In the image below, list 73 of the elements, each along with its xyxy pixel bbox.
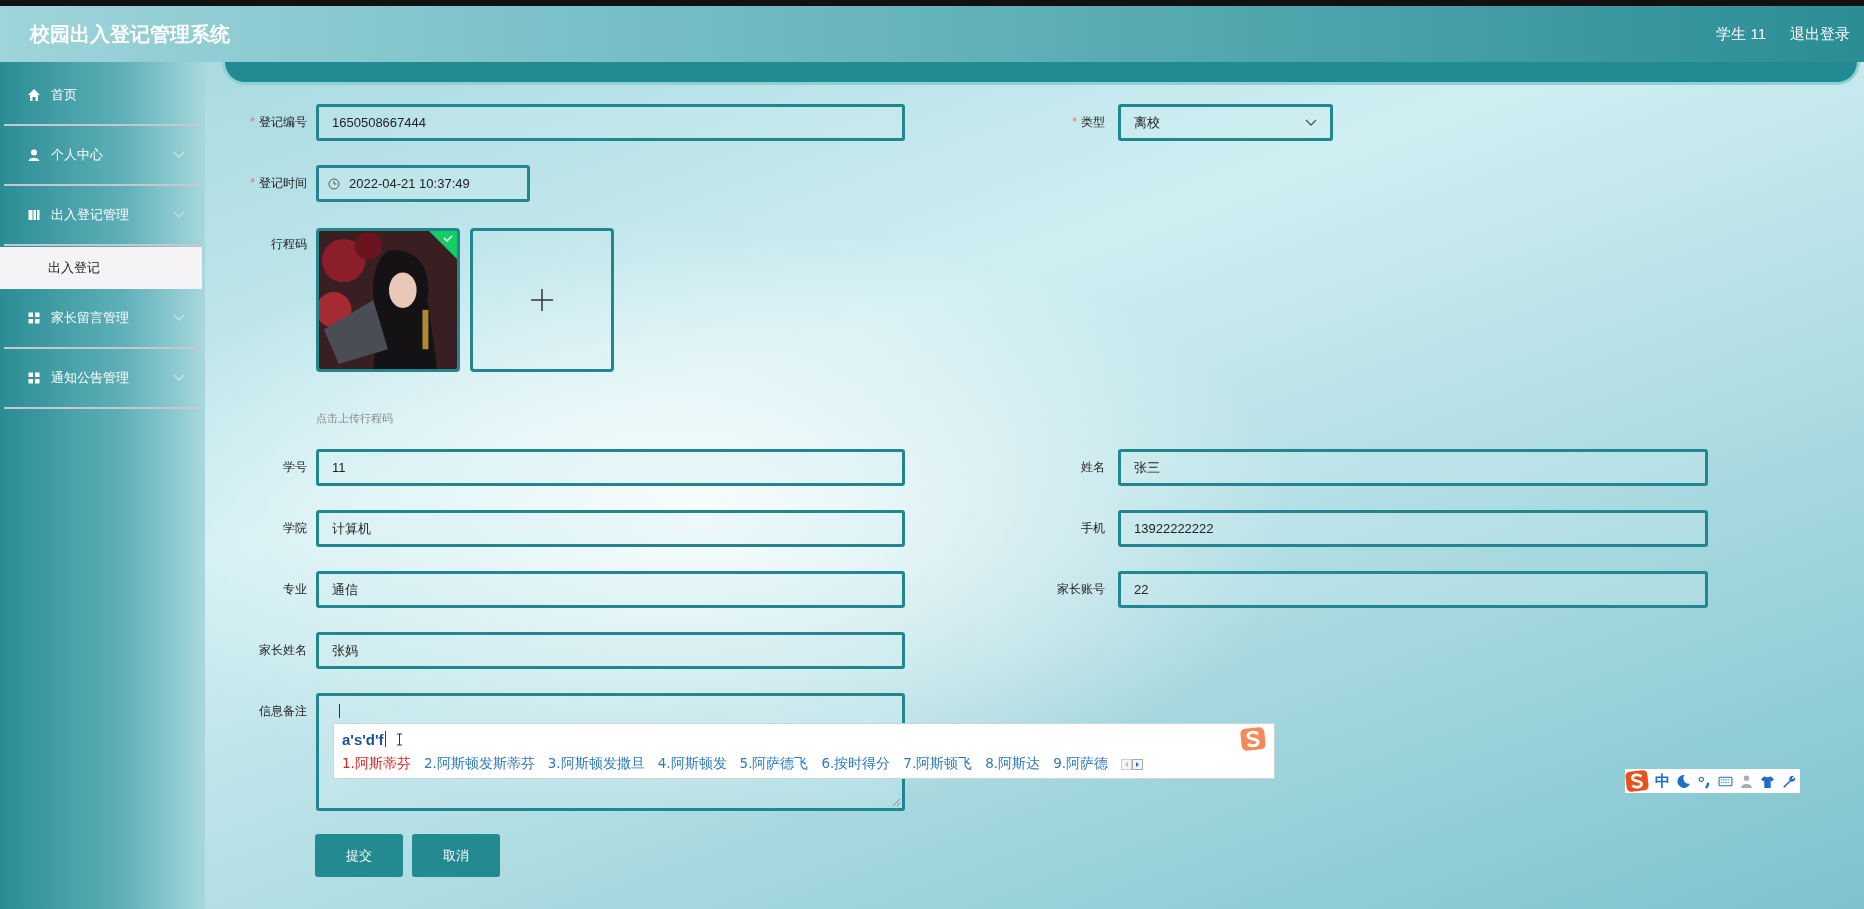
- chevron-icon: [173, 211, 185, 219]
- candidate-option[interactable]: 2.阿斯顿发斯蒂芬: [423, 755, 535, 773]
- field-label: 行程码: [270, 236, 307, 253]
- chevron-icon: [173, 151, 185, 159]
- input-field[interactable]: 通信: [316, 571, 905, 608]
- menu-item[interactable]: 个人中心: [0, 126, 205, 184]
- wrench-icon[interactable]: [1781, 773, 1796, 789]
- app-title: 校园出入登记管理系统: [30, 21, 230, 47]
- user-icon: [27, 148, 41, 162]
- input-field[interactable]: 张三: [1118, 449, 1708, 486]
- ime-logo-icon[interactable]: [1625, 770, 1649, 792]
- input-field[interactable]: 1650508667444: [316, 104, 905, 141]
- ime-mode-toggle[interactable]: 中: [1655, 771, 1670, 791]
- submenu-item[interactable]: 出入登记: [0, 247, 202, 289]
- caret-icon: [1305, 118, 1317, 127]
- submit-button[interactable]: 提交: [315, 834, 403, 877]
- candidate-option[interactable]: 3.阿斯顿发撒旦: [547, 755, 645, 773]
- person-icon[interactable]: [1739, 773, 1754, 789]
- candidate-option[interactable]: 8.阿斯达: [985, 755, 1041, 773]
- menu-item[interactable]: 通知公告管理: [0, 349, 205, 407]
- menu-item[interactable]: 出入登记管理: [0, 186, 205, 244]
- page-arrows-icon[interactable]: [1121, 758, 1143, 770]
- field-label: 家长账号: [1056, 581, 1105, 598]
- plus-icon: [531, 289, 553, 311]
- book-icon: [27, 208, 41, 222]
- required-mark: *: [1072, 115, 1077, 129]
- grid-icon: [27, 311, 41, 325]
- field-label: 家长姓名: [258, 642, 307, 659]
- moon-icon[interactable]: [1676, 773, 1691, 789]
- candidate-option[interactable]: 7.阿斯顿飞: [903, 755, 973, 773]
- text-cursor: [384, 731, 386, 747]
- chevron-icon: [173, 374, 185, 382]
- select-field[interactable]: 离校: [1118, 104, 1333, 141]
- cancel-button[interactable]: 取消: [412, 834, 500, 877]
- menu-item[interactable]: 家长留言管理: [0, 289, 205, 347]
- required-mark: *: [250, 176, 255, 190]
- chevron-icon: [173, 314, 185, 322]
- input-field[interactable]: 13922222222: [1118, 510, 1708, 547]
- user-name: 学生 11: [1716, 24, 1766, 44]
- upload-tile[interactable]: [470, 228, 614, 372]
- field-label: 专业: [282, 581, 307, 598]
- candidate-option[interactable]: 5.阿萨德飞: [739, 755, 809, 773]
- input-field[interactable]: 计算机: [316, 510, 905, 547]
- field-label: * 登记时间: [249, 175, 307, 192]
- required-mark: *: [250, 115, 255, 129]
- date-time-field[interactable]: 2022-04-21 10:37:49: [316, 165, 530, 202]
- candidate-option[interactable]: 1.阿斯蒂芬: [342, 755, 411, 773]
- clock-icon: [328, 177, 340, 190]
- input-field[interactable]: 张妈: [316, 632, 905, 669]
- grid-icon: [27, 371, 41, 385]
- upload-hint: 点击上传行程码: [316, 411, 394, 426]
- resize-grip-icon: [892, 798, 901, 807]
- field-label: * 登记编号: [249, 114, 307, 131]
- input-field[interactable]: 22: [1118, 571, 1708, 608]
- field-label: 姓名: [1080, 459, 1105, 476]
- candidate-option[interactable]: 9.阿萨德: [1053, 755, 1108, 773]
- ime-logo-icon: [1240, 727, 1266, 751]
- candidate-option[interactable]: 6.按时得分: [821, 755, 891, 773]
- nav-link[interactable]: 首页: [0, 66, 205, 124]
- candidate-option[interactable]: 4.阿斯顿发: [657, 755, 727, 773]
- field-label: 手机: [1080, 520, 1105, 537]
- input-field[interactable]: 11: [316, 449, 905, 486]
- text-cursor-icon: [395, 732, 403, 746]
- field-label: 学院: [282, 520, 307, 537]
- field-label: 信息备注: [258, 703, 307, 720]
- text-cursor: [339, 704, 340, 718]
- field-label: 学号: [282, 459, 307, 476]
- home-icon: [27, 88, 41, 102]
- logout-link[interactable]: 退出登录: [1790, 24, 1850, 44]
- shirt-icon[interactable]: [1760, 773, 1775, 789]
- composition-text: a's'd'f: [342, 730, 384, 748]
- success-check-icon: [429, 231, 457, 259]
- field-label: * 类型: [1071, 114, 1105, 131]
